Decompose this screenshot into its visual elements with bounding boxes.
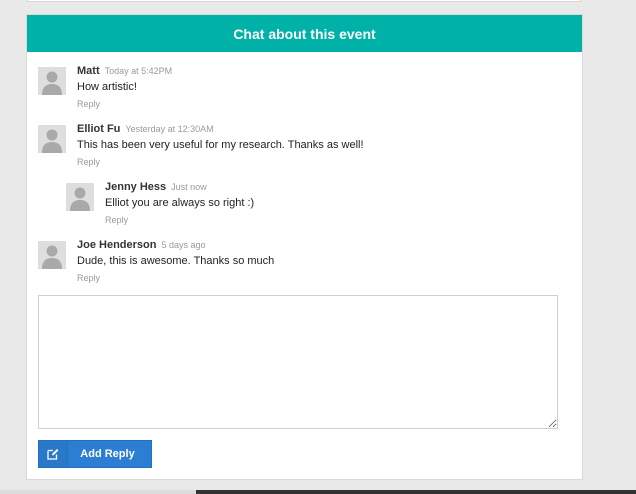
reply-textarea[interactable] <box>38 295 558 429</box>
chat-panel: Chat about this event Matt Today at 5:42P… <box>26 14 583 480</box>
add-reply-button[interactable]: Add Reply <box>38 440 152 468</box>
comment-time: Yesterday at 12:30AM <box>125 124 214 134</box>
bottom-edge <box>0 490 196 494</box>
comment-time: Just now <box>171 182 207 192</box>
user-avatar-icon <box>42 71 62 95</box>
user-avatar-icon <box>70 187 90 211</box>
comment-text: Dude, this is awesome. Thanks so much <box>77 255 275 267</box>
panel-header: Chat about this event <box>27 15 582 52</box>
reply-link[interactable]: Reply <box>105 215 128 225</box>
reply-link[interactable]: Reply <box>77 157 100 167</box>
user-avatar-icon <box>42 129 62 153</box>
add-reply-label: Add Reply <box>80 448 135 460</box>
edit-icon <box>39 441 68 467</box>
avatar[interactable] <box>38 125 66 153</box>
avatar[interactable] <box>66 183 94 211</box>
comment-author[interactable]: Elliot Fu Yesterday at 12:30AM <box>77 123 214 135</box>
comment-text: This has been very useful for my researc… <box>77 139 364 151</box>
user-avatar-icon <box>42 245 62 269</box>
comment-text: Elliot you are always so right :) <box>105 197 255 209</box>
comment-time: Today at 5:42PM <box>104 66 173 76</box>
avatar[interactable] <box>38 241 66 269</box>
taskbar-edge <box>196 490 636 494</box>
comment-author[interactable]: Matt Today at 5:42PM <box>77 65 172 77</box>
comment-author[interactable]: Jenny Hess Just now <box>105 181 207 193</box>
avatar[interactable] <box>38 67 66 95</box>
reply-link[interactable]: Reply <box>77 273 100 283</box>
reply-link[interactable]: Reply <box>77 99 100 109</box>
comment-author[interactable]: Joe Henderson 5 days ago <box>77 239 206 251</box>
comment-time: 5 days ago <box>161 240 206 250</box>
panel-title: Chat about this event <box>233 25 376 42</box>
previous-card <box>27 0 581 2</box>
comment-text: How artistic! <box>77 81 137 93</box>
